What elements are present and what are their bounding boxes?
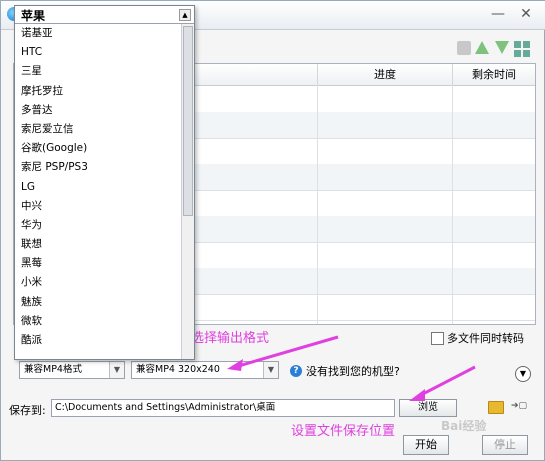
folder-icon[interactable] — [488, 401, 504, 414]
resolution-select-value: 兼容MP4 320x240 — [136, 364, 220, 375]
device-option[interactable]: HTC — [15, 43, 182, 62]
device-option[interactable]: 魅族 — [15, 293, 182, 312]
device-option[interactable]: 酷派 — [15, 331, 182, 350]
device-option[interactable]: 谷歌(Google) — [15, 139, 182, 158]
device-option[interactable]: 小米 — [15, 273, 182, 292]
device-dropdown-header[interactable]: 苹果 ▲ — [15, 6, 194, 24]
expand-icon[interactable]: ▼ — [515, 366, 531, 382]
export-icon[interactable]: ➔▢ — [511, 401, 527, 413]
save-annotation: 设置文件保存位置 — [291, 424, 396, 439]
device-list: 诺基亚 HTC 三星 摩托罗拉 多普达 索尼爱立信 谷歌(Google) 索尼 … — [15, 24, 182, 350]
device-option[interactable]: 中兴 — [15, 197, 182, 216]
column-remaining[interactable]: 剩余时间 — [453, 64, 535, 85]
device-option[interactable]: 多普达 — [15, 101, 182, 120]
move-up-icon[interactable] — [475, 41, 489, 54]
grid-icon[interactable] — [514, 41, 530, 57]
device-option[interactable]: LG — [15, 178, 182, 197]
device-option[interactable]: 索尼 PSP/PS3 — [15, 158, 182, 177]
chevron-down-icon[interactable]: ▼ — [109, 362, 124, 378]
trash-icon[interactable] — [457, 41, 471, 55]
device-option[interactable]: 三星 — [15, 62, 182, 81]
device-list-scrollbar[interactable] — [181, 24, 194, 359]
save-path-input[interactable]: C:\Documents and Settings\Administrator\… — [51, 399, 395, 417]
column-divider — [317, 85, 318, 324]
device-option[interactable]: 摩托罗拉 — [15, 82, 182, 101]
device-option[interactable]: 微软 — [15, 312, 182, 331]
device-option[interactable]: 华为 — [15, 216, 182, 235]
format-select[interactable]: 兼容MP4格式 ▼ — [19, 361, 125, 379]
device-option[interactable]: 联想 — [15, 235, 182, 254]
device-dropdown[interactable]: 苹果 ▲ 诺基亚 HTC 三星 摩托罗拉 多普达 索尼爱立信 谷歌(Google… — [14, 5, 195, 360]
format-arrow — [227, 335, 339, 371]
scrollbar-thumb[interactable] — [183, 26, 193, 216]
minimize-icon[interactable]: — — [489, 5, 507, 23]
save-arrow — [409, 365, 476, 401]
device-selected: 苹果 — [21, 9, 46, 23]
device-option[interactable]: 黑莓 — [15, 254, 182, 273]
column-progress[interactable]: 进度 — [318, 64, 453, 85]
watermark: Bai经验 — [441, 419, 487, 433]
multi-convert-checkbox[interactable] — [431, 332, 444, 345]
device-option[interactable]: 诺基亚 — [15, 24, 182, 43]
multi-convert-label: 多文件同时转码 — [447, 332, 524, 345]
chevron-up-icon[interactable]: ▲ — [179, 9, 191, 21]
column-divider — [452, 85, 453, 324]
device-option[interactable]: 索尼爱立信 — [15, 120, 182, 139]
format-select-value: 兼容MP4格式 — [24, 364, 82, 375]
move-down-icon[interactable] — [495, 41, 509, 54]
save-to-label: 保存到: — [9, 404, 46, 417]
close-icon[interactable]: ✕ — [517, 5, 535, 23]
